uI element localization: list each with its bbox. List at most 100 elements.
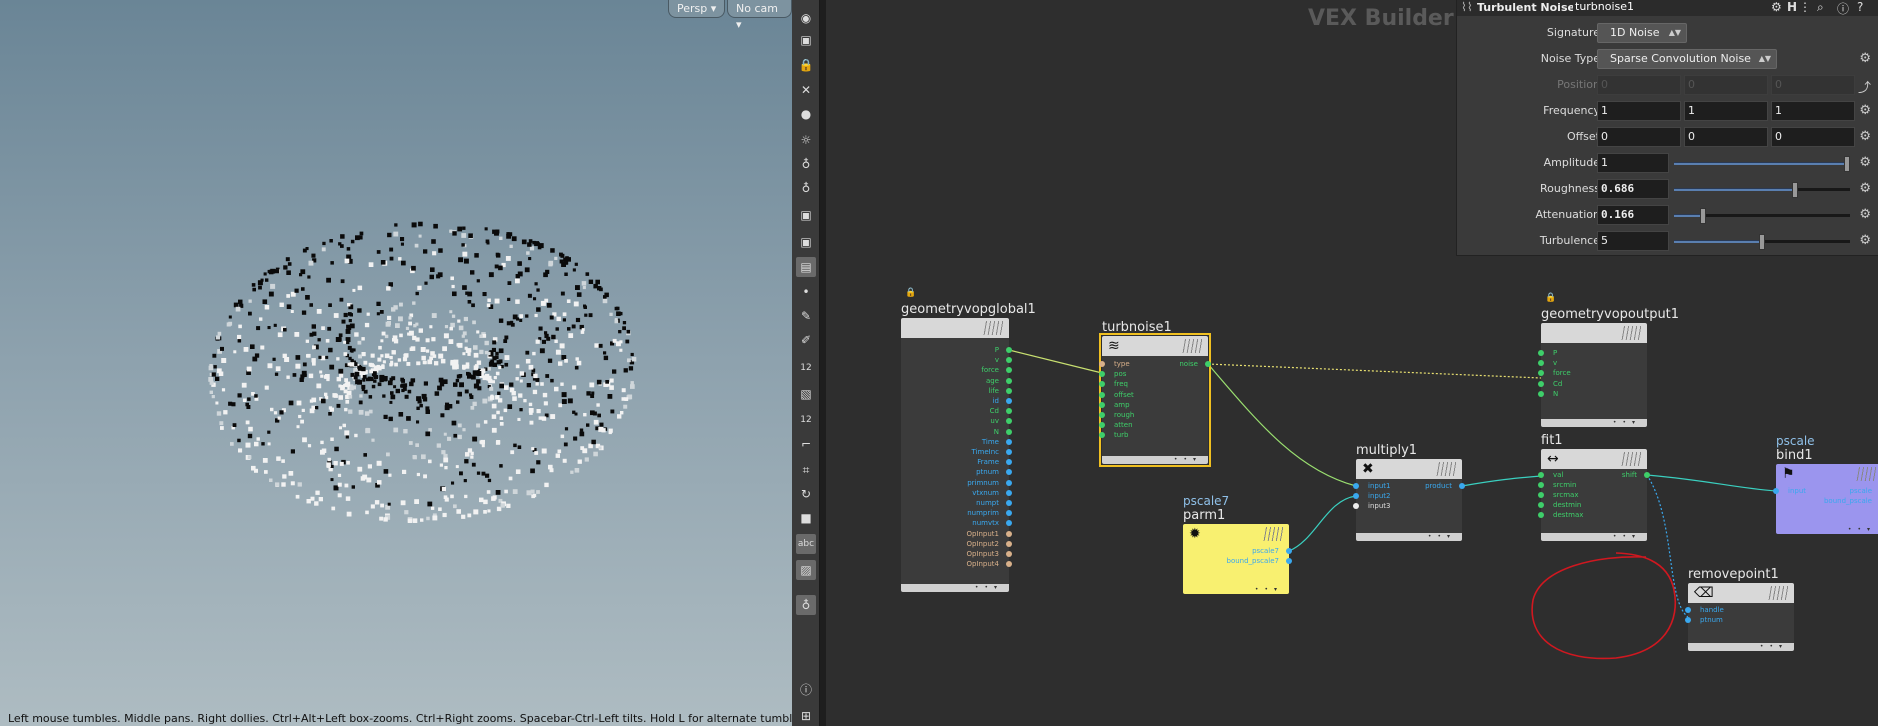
port-connector[interactable] (1006, 387, 1012, 394)
lock-icon[interactable]: 🔒 (796, 55, 816, 75)
node-bind1[interactable]: pscale bind1 ⚑ ••▾ input pscale bound_pscale (1773, 434, 1878, 534)
x-icon[interactable]: ✕ (796, 80, 816, 100)
output-port[interactable]: numpt (976, 498, 999, 508)
input-port[interactable]: srcmin (1553, 480, 1576, 490)
gear-icon[interactable]: ⚙ (1859, 129, 1871, 144)
corner-icon[interactable]: ⌐ (796, 434, 816, 454)
port-connector[interactable] (1538, 390, 1544, 397)
input-port[interactable]: input1 (1368, 481, 1390, 491)
port-connector[interactable] (1685, 607, 1691, 613)
dot-icon[interactable]: • (796, 282, 816, 302)
gear-icon[interactable]: ⚙ (1859, 51, 1871, 66)
output-port[interactable]: product (1425, 481, 1452, 491)
port-connector[interactable] (1006, 540, 1012, 547)
port-connector[interactable] (1099, 401, 1105, 408)
node-footer[interactable]: ••▾ (1356, 533, 1462, 541)
frequency-y-field[interactable]: 1 (1684, 101, 1768, 121)
output-port[interactable]: TimeInc (972, 447, 999, 457)
output-port[interactable]: shift (1622, 470, 1637, 480)
node-flags[interactable] (1263, 527, 1283, 541)
bulb-plus-icon[interactable]: ♁ (796, 178, 816, 198)
output-port[interactable]: life (988, 386, 999, 396)
wire-pscale-to-input2[interactable] (1288, 495, 1357, 552)
input-port[interactable]: handle (1700, 605, 1724, 615)
help-h-icon[interactable]: H (1787, 0, 1797, 14)
port-connector[interactable] (1538, 512, 1544, 518)
node-header[interactable]: ✖ (1356, 459, 1462, 479)
input-port[interactable]: input2 (1368, 491, 1390, 501)
node-geometryvopglobal1[interactable]: 🔒 geometryvopglobal1 ••▾ Pv force age life id Cd… (901, 288, 1036, 592)
output-port[interactable]: OpInput4 (966, 559, 999, 569)
input-port[interactable]: P (1553, 348, 1557, 358)
port-connector[interactable] (1006, 347, 1012, 353)
node-parm1[interactable]: pscale7 parm1 ✹ ••▾ pscale7 bound_pscale7 (1183, 494, 1292, 594)
port-connector[interactable] (1205, 361, 1211, 367)
output-port[interactable]: numprim (967, 508, 999, 518)
stop-icon[interactable]: ■ (796, 508, 816, 528)
node-header[interactable]: ⚑ (1776, 464, 1878, 484)
port-connector[interactable] (1353, 493, 1359, 499)
input-port[interactable]: amp (1114, 400, 1130, 410)
node-flags[interactable] (1621, 452, 1641, 466)
output-port[interactable]: N (994, 427, 999, 437)
node-footer[interactable]: ••▾ (1541, 419, 1647, 427)
pencil-icon[interactable]: ✎ (796, 306, 816, 326)
gear-icon[interactable]: ⚙ (1859, 155, 1871, 170)
input-port[interactable]: v (1553, 358, 1557, 368)
turbulence-slider[interactable] (1674, 234, 1850, 250)
node-fit1[interactable]: fit1 ↔ ••▾ val srcmin srcmax destmin destmax shi… (1538, 433, 1650, 541)
node-header[interactable]: ⌫ (1688, 583, 1794, 603)
port-connector[interactable] (1538, 472, 1544, 478)
roughness-field[interactable]: 0.686 (1597, 179, 1669, 199)
node-menu-icon[interactable]: ••▾ (1255, 587, 1283, 593)
gear-icon[interactable]: ⚙ (1771, 0, 1782, 14)
node-header[interactable]: ≋ (1102, 336, 1208, 356)
node-flags[interactable] (1621, 326, 1641, 340)
input-port[interactable]: force (1553, 368, 1571, 378)
port-connector[interactable] (1538, 380, 1544, 387)
port-connector[interactable] (1006, 398, 1012, 404)
port-connector[interactable] (1006, 500, 1012, 506)
node-header[interactable] (901, 318, 1009, 338)
port-connector[interactable] (1006, 377, 1012, 384)
port-connector[interactable] (1099, 391, 1105, 398)
port-connector[interactable] (1099, 412, 1105, 418)
input-port[interactable]: ptnum (1700, 615, 1723, 625)
offset-y-field[interactable]: 0 (1684, 127, 1768, 147)
output-port[interactable]: pscale7 (1252, 546, 1279, 556)
wire-shift-to-bind[interactable] (1646, 474, 1777, 492)
eye-icon[interactable]: ◉ (796, 8, 816, 28)
output-port[interactable]: uv (990, 416, 999, 426)
input-port[interactable]: destmax (1553, 510, 1583, 520)
render-icon[interactable]: ▤ (796, 257, 816, 277)
amplitude-field[interactable]: 1 (1597, 153, 1669, 173)
scene-viewport[interactable]: Persp ▾ No cam ▾ Left mouse tumbles. Mid… (0, 0, 792, 726)
output-port[interactable]: force (981, 365, 999, 375)
input-port[interactable]: N (1553, 389, 1558, 399)
gear-icon[interactable]: ⚙ (1859, 181, 1871, 196)
port-connector[interactable] (1685, 617, 1691, 623)
node-turbnoise1[interactable]: turbnoise1 ≋ ••▾ type pos freq offset amp rough a… (1099, 320, 1211, 467)
wire-shift-to-ptnum[interactable] (1646, 474, 1689, 618)
frequency-x-field[interactable]: 1 (1597, 101, 1681, 121)
node-flags[interactable] (1182, 339, 1202, 353)
node-flags[interactable] (983, 321, 1003, 335)
input-port[interactable]: offset (1114, 390, 1134, 400)
camera-icon[interactable]: ▣ (796, 232, 816, 252)
node-menu-icon[interactable]: ••▾ (1613, 420, 1641, 426)
camera-icon[interactable]: ▣ (796, 30, 816, 50)
bulb-icon[interactable]: ♁ (796, 595, 816, 615)
node-footer[interactable]: ••▾ (901, 584, 1009, 592)
output-port[interactable]: Frame (977, 457, 999, 467)
port-connector[interactable] (1006, 449, 1012, 455)
persp-menu-button[interactable]: Persp ▾ (668, 0, 726, 18)
amplitude-slider[interactable] (1674, 156, 1850, 172)
port-connector[interactable] (1006, 530, 1012, 537)
slider-handle[interactable] (1759, 234, 1765, 250)
port-connector[interactable] (1353, 503, 1359, 509)
output-port[interactable]: Cd (990, 406, 999, 416)
node-footer[interactable]: ••▾ (1776, 526, 1878, 534)
output-port[interactable]: noise (1179, 359, 1198, 369)
bulb-icon[interactable]: ♁ (796, 154, 816, 174)
node-removepoint1[interactable]: removepoint1 ⌫ ••▾ handle ptnum (1685, 567, 1794, 651)
